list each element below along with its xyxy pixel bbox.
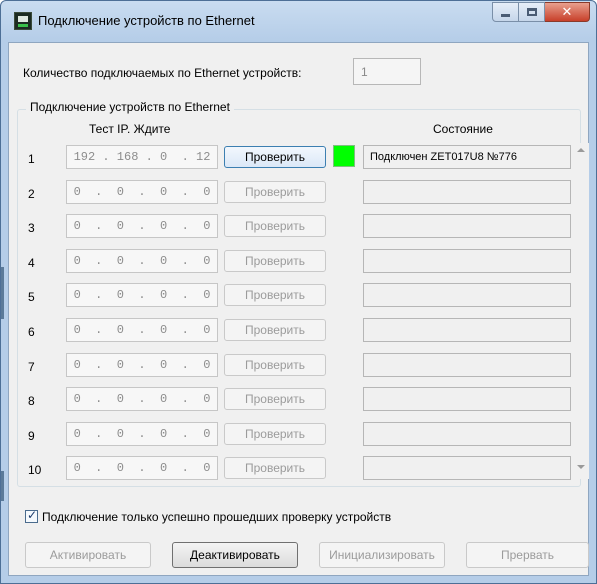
maximize-button[interactable] [519, 2, 545, 22]
ip-address-field[interactable]: 0 . 0 . 0 . 0 [66, 180, 218, 204]
minimize-button[interactable] [492, 2, 519, 22]
close-icon: ✕ [561, 4, 573, 20]
ip-address-field[interactable]: 0 . 0 . 0 . 0 [66, 283, 218, 307]
row-number: 2 [28, 187, 35, 201]
device-count-field[interactable]: 1 [353, 58, 421, 85]
status-field [363, 353, 571, 377]
device-row: 8 0 . 0 . 0 . 0 Проверить [0, 387, 597, 415]
check-button[interactable]: Проверить [224, 319, 326, 341]
only-checked-label[interactable]: Подключение только успешно прошедших про… [42, 510, 391, 524]
status-field [363, 180, 571, 204]
device-row: 1 192 . 168 . 0 . 12 Проверить Подключен ZE… [0, 145, 597, 173]
row-number: 1 [28, 152, 35, 166]
status-field [363, 283, 571, 307]
device-row: 9 0 . 0 . 0 . 0 Проверить [0, 422, 597, 450]
status-field [363, 422, 571, 446]
ip-address-field[interactable]: 0 . 0 . 0 . 0 [66, 387, 218, 411]
device-row: 7 0 . 0 . 0 . 0 Проверить [0, 353, 597, 381]
check-button[interactable]: Проверить [224, 457, 326, 479]
device-row: 3 0 . 0 . 0 . 0 Проверить [0, 214, 597, 242]
state-column-header: Состояние [433, 122, 493, 136]
status-field [363, 387, 571, 411]
window-title: Подключение устройств по Ethernet [38, 13, 255, 28]
only-checked-checkbox[interactable]: ✓ [25, 508, 38, 523]
row-number: 4 [28, 256, 35, 270]
device-row: 2 0 . 0 . 0 . 0 Проверить [0, 180, 597, 208]
device-row: 10 0 . 0 . 0 . 0 Проверить [0, 456, 597, 484]
row-number: 5 [28, 290, 35, 304]
check-button[interactable]: Проверить [224, 215, 326, 237]
check-button[interactable]: Проверить [224, 146, 326, 168]
ip-column-header: Тест IP. Ждите [89, 122, 171, 136]
ip-address-field[interactable]: 192 . 168 . 0 . 12 [66, 145, 218, 169]
window-controls: ✕ [492, 2, 590, 22]
title-bar[interactable]: Подключение устройств по Ethernet ✕ [1, 1, 596, 43]
status-scrollbar[interactable] [574, 143, 589, 479]
app-icon[interactable] [14, 12, 32, 30]
check-button[interactable]: Проверить [224, 423, 326, 445]
maximize-icon [526, 8, 537, 16]
ip-address-field[interactable]: 0 . 0 . 0 . 0 [66, 353, 218, 377]
status-field [363, 456, 571, 480]
row-number: 7 [28, 360, 35, 374]
status-field: Подключен ZET017U8 №776 [363, 145, 571, 169]
check-button[interactable]: Проверить [224, 250, 326, 272]
close-button[interactable]: ✕ [545, 2, 590, 22]
minimize-icon [501, 13, 510, 17]
row-number: 10 [28, 463, 42, 477]
initialize-button[interactable]: Инициализировать [319, 542, 445, 568]
row-number: 8 [28, 394, 35, 408]
status-field [363, 214, 571, 238]
checkmark-icon: ✓ [27, 508, 38, 522]
row-number: 6 [28, 325, 35, 339]
ip-address-field[interactable]: 0 . 0 . 0 . 0 [66, 214, 218, 238]
deactivate-button[interactable]: Деактивировать [172, 542, 298, 568]
check-button[interactable]: Проверить [224, 284, 326, 306]
device-row: 6 0 . 0 . 0 . 0 Проверить [0, 318, 597, 346]
abort-button[interactable]: Прервать [466, 542, 589, 568]
activate-button[interactable]: Активировать [25, 542, 151, 568]
check-button[interactable]: Проверить [224, 388, 326, 410]
ip-address-field[interactable]: 0 . 0 . 0 . 0 [66, 249, 218, 273]
ip-address-field[interactable]: 0 . 0 . 0 . 0 [66, 318, 218, 342]
device-row: 5 0 . 0 . 0 . 0 Проверить [0, 283, 597, 311]
row-number: 9 [28, 429, 35, 443]
row-number: 3 [28, 221, 35, 235]
check-button[interactable]: Проверить [224, 181, 326, 203]
group-title: Подключение устройств по Ethernet [26, 100, 234, 114]
scroll-down-icon[interactable] [577, 465, 585, 469]
ip-address-field[interactable]: 0 . 0 . 0 . 0 [66, 456, 218, 480]
scroll-up-icon[interactable] [577, 148, 585, 152]
check-button[interactable]: Проверить [224, 354, 326, 376]
device-count-label: Количество подключаемых по Ethernet устр… [23, 66, 302, 80]
device-row: 4 0 . 0 . 0 . 0 Проверить [0, 249, 597, 277]
connection-indicator [333, 145, 355, 167]
status-field [363, 318, 571, 342]
status-field [363, 249, 571, 273]
ip-address-field[interactable]: 0 . 0 . 0 . 0 [66, 422, 218, 446]
